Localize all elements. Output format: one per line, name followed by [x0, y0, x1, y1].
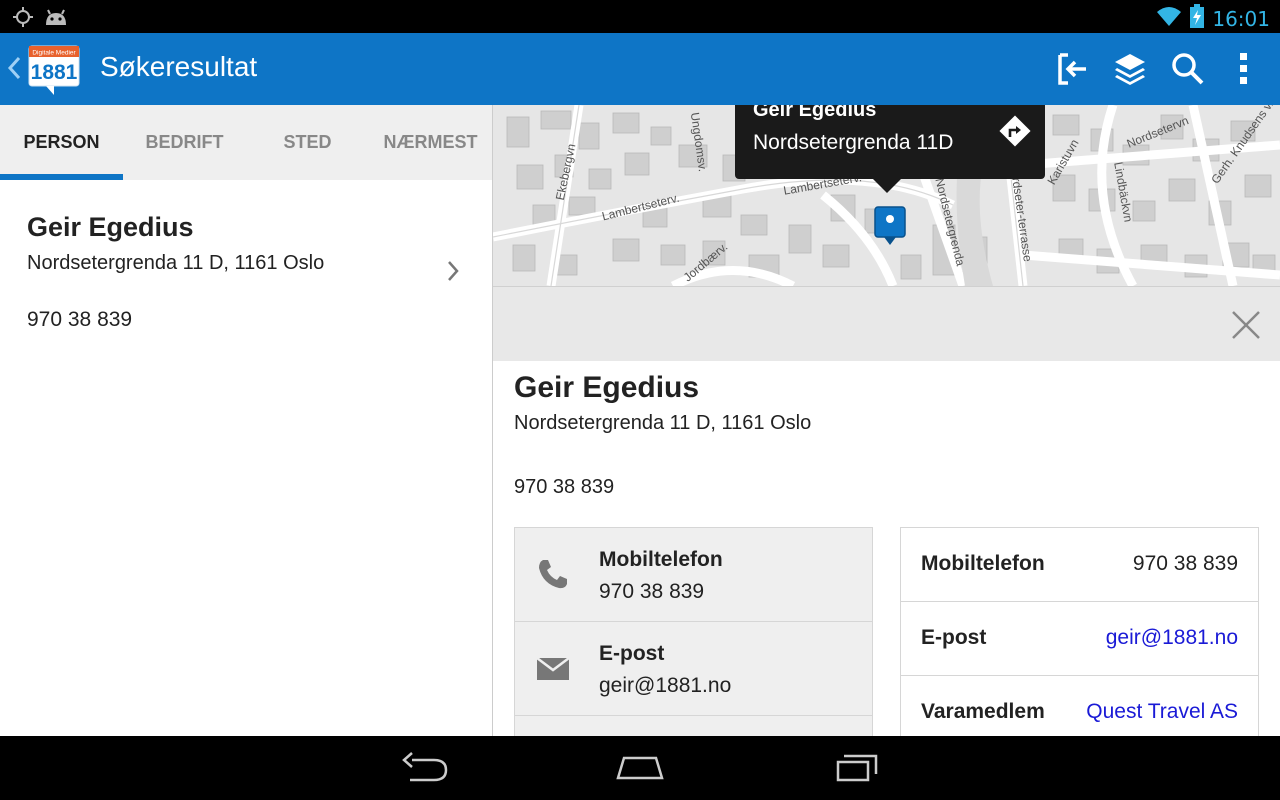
- map-marker-icon[interactable]: [873, 205, 907, 254]
- tab-naermest[interactable]: NÆRMEST: [369, 105, 492, 180]
- logo-number: 1881: [31, 61, 78, 84]
- contact-actions-card: Mobiltelefon 970 38 839 E-post geir@1881…: [514, 527, 873, 736]
- contact-value: geir@1881.no: [599, 674, 732, 697]
- contact-value: 970 38 839: [599, 580, 705, 603]
- mail-icon: [535, 650, 571, 691]
- chevron-right-icon: [444, 258, 462, 289]
- map-view[interactable]: Ekebergvn Lambertseterv. Lambertseterv. …: [493, 105, 1280, 286]
- app-logo[interactable]: Digitale Medier 1881: [28, 43, 80, 95]
- company-link[interactable]: Quest Travel AS: [1086, 700, 1238, 724]
- callout-address: Nordsetergrenda 11D: [753, 131, 954, 154]
- home-icon[interactable]: [614, 750, 666, 791]
- send-email-action[interactable]: E-post geir@1881.no: [515, 622, 872, 716]
- up-navigation-icon[interactable]: [6, 55, 22, 86]
- email-link[interactable]: geir@1881.no: [1106, 626, 1238, 650]
- tab-person[interactable]: PERSON: [0, 105, 123, 180]
- detail-address: Nordsetergrenda 11 D, 1161 Oslo: [514, 412, 812, 434]
- map-info-callout[interactable]: Geir Egedius Nordsetergrenda 11D: [735, 105, 1045, 193]
- android-icon: [44, 7, 68, 32]
- result-name: Geir Egedius: [27, 212, 194, 242]
- search-tabs: PERSON BEDRIFT STED NÆRMEST: [0, 105, 492, 180]
- logout-icon[interactable]: [1052, 49, 1092, 89]
- info-card: Mobiltelefon 970 38 839 E-post geir@1881…: [900, 527, 1259, 736]
- info-row: Varamedlem Quest Travel AS: [901, 676, 1258, 736]
- result-phone: 970 38 839: [27, 308, 133, 331]
- info-value: 970 38 839: [1132, 552, 1238, 575]
- detail-name: Geir Egedius: [514, 371, 700, 404]
- logo-top-text: Digitale Medier: [32, 50, 76, 57]
- battery-charging-icon: [1190, 4, 1205, 33]
- result-list-item[interactable]: Geir Egedius Nordsetergrenda 11 D, 1161 …: [0, 180, 492, 340]
- gps-icon: [12, 6, 34, 33]
- directions-icon[interactable]: [997, 113, 1033, 154]
- detail-phone: 970 38 839: [514, 476, 615, 498]
- action-bar: Digitale Medier 1881 Søkeresultat: [0, 33, 1280, 105]
- detail-header-bar: [493, 286, 1280, 361]
- recent-apps-icon[interactable]: [830, 750, 882, 791]
- result-address: Nordsetergrenda 11 D, 1161 Oslo: [27, 252, 325, 274]
- contact-label: E-post: [599, 642, 665, 665]
- results-pane: PERSON BEDRIFT STED NÆRMEST Geir Egedius…: [0, 105, 492, 736]
- clock: 16:01: [1212, 6, 1270, 31]
- detail-pane: Ekebergvn Lambertseterv. Lambertseterv. …: [493, 105, 1280, 736]
- info-label: E-post: [921, 626, 987, 649]
- overflow-menu-icon[interactable]: [1224, 49, 1264, 89]
- info-row: Mobiltelefon 970 38 839: [901, 528, 1258, 602]
- layers-icon[interactable]: [1110, 49, 1150, 89]
- navigation-bar: [0, 736, 1280, 800]
- page-title: Søkeresultat: [100, 51, 258, 82]
- callout-name: Geir Egedius: [753, 105, 877, 121]
- close-icon[interactable]: [1230, 309, 1262, 346]
- phone-icon: [535, 556, 571, 597]
- tab-bedrift[interactable]: BEDRIFT: [123, 105, 246, 180]
- back-icon[interactable]: [398, 750, 450, 791]
- info-row: E-post geir@1881.no: [901, 602, 1258, 676]
- call-mobile-action[interactable]: Mobiltelefon 970 38 839: [515, 528, 872, 622]
- info-label: Varamedlem: [921, 700, 1045, 723]
- wifi-icon: [1156, 5, 1182, 32]
- tab-sted[interactable]: STED: [246, 105, 369, 180]
- status-bar: 16:01: [0, 0, 1280, 33]
- info-label: Mobiltelefon: [921, 552, 1045, 575]
- contact-label: Mobiltelefon: [599, 548, 723, 571]
- search-icon[interactable]: [1168, 49, 1208, 89]
